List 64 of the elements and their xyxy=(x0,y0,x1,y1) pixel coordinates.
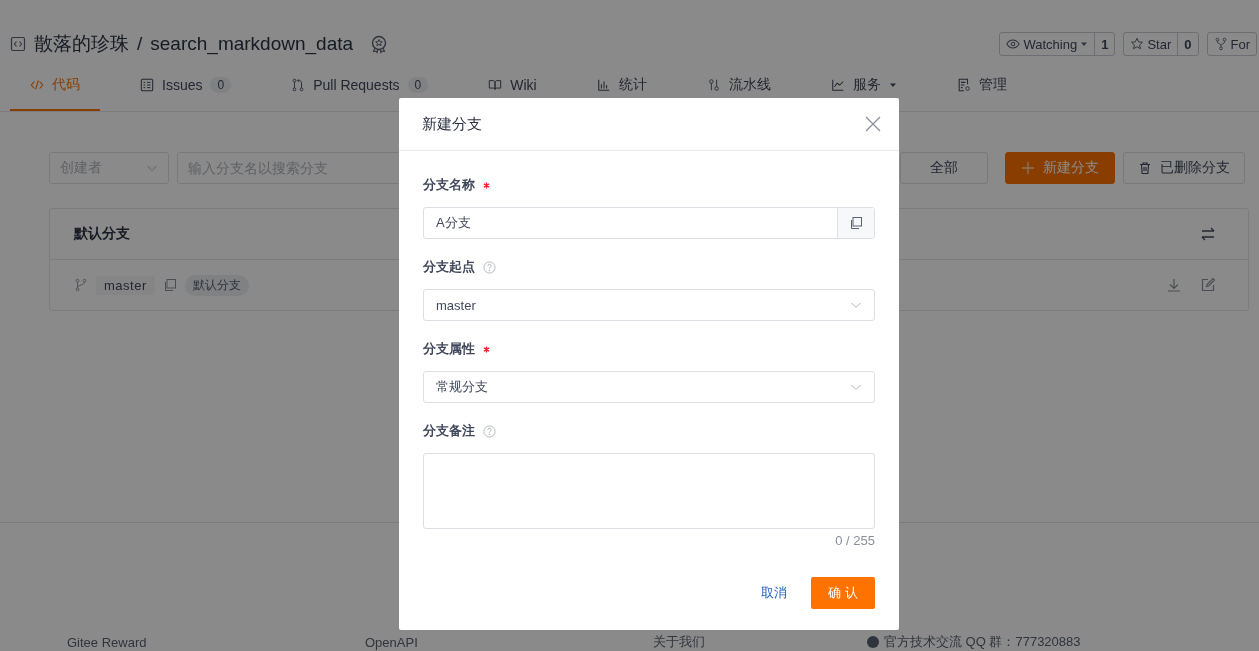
nav-tab[interactable]: 统计 xyxy=(576,67,667,111)
nav-tab[interactable]: Issues 0 xyxy=(120,67,252,111)
code-icon xyxy=(30,78,44,92)
wiki-icon xyxy=(488,78,503,92)
qq-icon xyxy=(866,635,880,649)
notes-field[interactable] xyxy=(423,453,875,529)
caret-icon xyxy=(888,81,897,89)
star-button[interactable]: Star xyxy=(1124,33,1178,55)
table-title: 默认分支 xyxy=(74,225,130,243)
manage-icon xyxy=(956,78,971,92)
footer-link[interactable]: 官方技术交流 QQ 群：777320883 xyxy=(866,633,1081,651)
field-label: 分支属性 xyxy=(423,340,475,358)
issues-icon xyxy=(140,78,154,92)
footer-link[interactable]: OpenAPI xyxy=(365,633,653,651)
edit-icon[interactable] xyxy=(1200,277,1216,293)
fork-button[interactable]: For xyxy=(1207,33,1256,55)
branch-name[interactable]: master xyxy=(96,275,155,295)
repo-name[interactable]: search_markdown_data xyxy=(150,33,354,55)
nav-tab[interactable]: 管理 xyxy=(936,67,1027,111)
services-icon xyxy=(830,78,845,92)
copy-button[interactable] xyxy=(837,208,874,238)
branch-name-field[interactable]: A分支 xyxy=(423,207,875,239)
copy-icon[interactable] xyxy=(162,278,177,292)
trash-icon xyxy=(1138,161,1152,175)
footer-link[interactable]: Gitee Reward xyxy=(67,633,365,651)
deleted-branches-button[interactable]: 已删除分支 xyxy=(1123,152,1245,184)
swap-icon[interactable] xyxy=(1200,226,1216,242)
default-tag: 默认分支 xyxy=(184,274,249,296)
eye-icon xyxy=(1006,37,1021,51)
new-branch-button[interactable]: 新建分支 xyxy=(1005,152,1115,184)
nav-tab[interactable]: 代码 xyxy=(10,67,100,111)
pulls-icon xyxy=(291,78,306,92)
fork-icon xyxy=(1213,37,1228,51)
close-icon[interactable] xyxy=(865,116,881,132)
pipeline-icon xyxy=(706,78,721,92)
help-icon[interactable] xyxy=(483,424,496,438)
select-field[interactable]: 常规分支 xyxy=(423,371,875,403)
plus-icon xyxy=(1021,161,1035,175)
download-icon[interactable] xyxy=(1166,277,1182,293)
confirm-button[interactable]: 确 认 xyxy=(811,577,875,609)
nav-tab[interactable]: 流水线 xyxy=(686,67,791,111)
dialog-title: 新建分支 xyxy=(422,114,482,134)
field-label: 分支备注 xyxy=(423,422,475,440)
field-label: 分支起点 xyxy=(423,258,475,276)
count-badge[interactable]: 0 xyxy=(1177,33,1198,55)
help-icon[interactable] xyxy=(483,260,496,274)
star-icon xyxy=(1130,37,1145,51)
cancel-button[interactable]: 取消 xyxy=(749,576,799,610)
watch-button[interactable]: Watching xyxy=(1000,33,1095,55)
path-separator: / xyxy=(137,33,143,55)
footer-link[interactable]: 关于我们 xyxy=(653,633,866,651)
stats-icon xyxy=(596,78,611,92)
field-label: 分支名称 xyxy=(423,176,475,194)
repo-owner[interactable]: 散落的珍珠 xyxy=(34,31,129,57)
repository-icon xyxy=(10,36,26,52)
character-counter: 0 / 255 xyxy=(835,533,875,548)
count-badge[interactable]: 1 xyxy=(1094,33,1115,55)
copy-icon xyxy=(849,216,863,230)
caret-icon xyxy=(1080,40,1089,48)
nav-tab[interactable]: Wiki xyxy=(468,67,557,111)
all-branches-button[interactable]: 全部 xyxy=(900,152,988,184)
select-field[interactable]: master xyxy=(423,289,875,321)
nav-tab[interactable]: 服务 xyxy=(810,67,917,111)
branch-icon xyxy=(74,278,88,292)
